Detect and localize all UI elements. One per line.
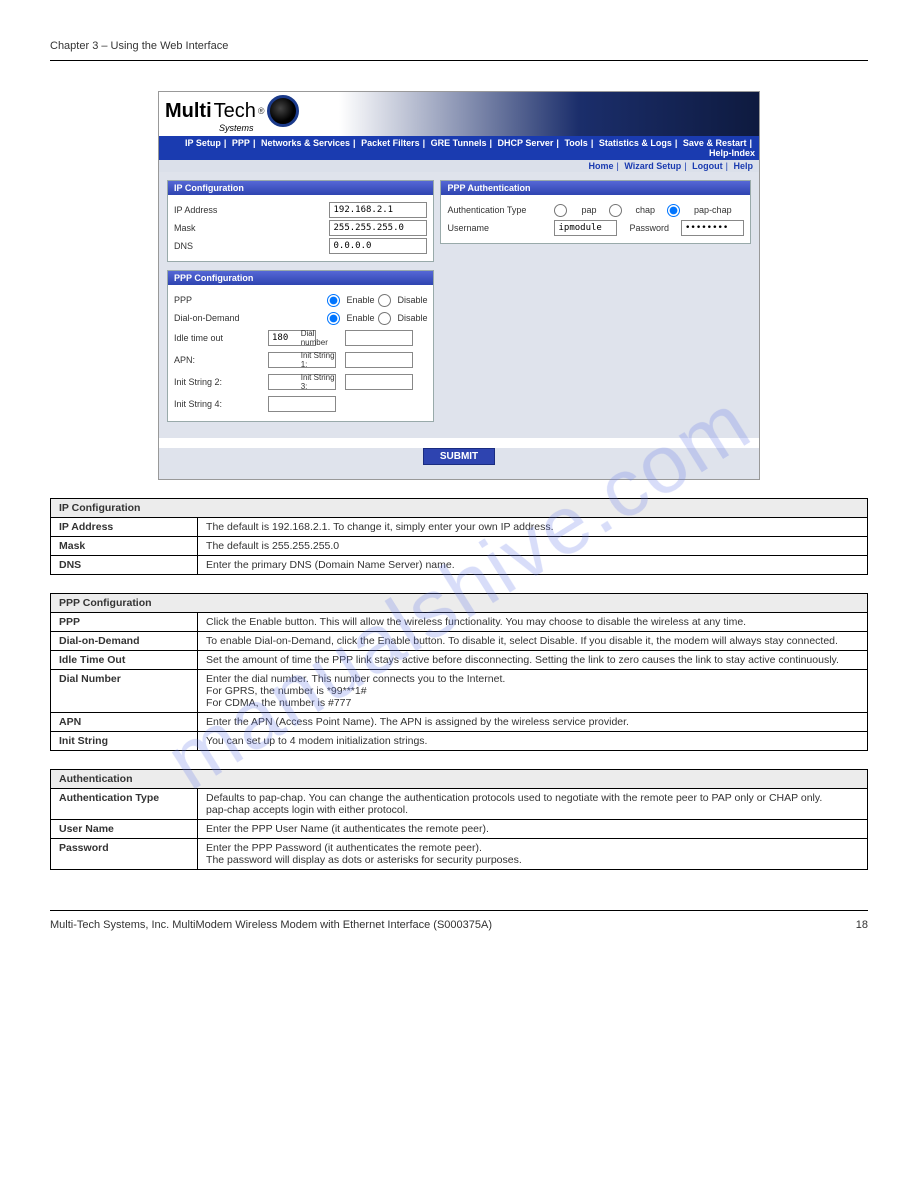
- logo-ball-icon: [267, 95, 299, 127]
- initstr1-label: Init String 1:: [301, 351, 341, 369]
- sub-nav: Home| Wizard Setup| Logout| Help: [159, 160, 759, 172]
- initstr2-label: Init String 2:: [174, 377, 264, 387]
- mask-input[interactable]: [329, 220, 427, 236]
- auth-panel: PPP Authentication Authentication Type p…: [440, 180, 751, 244]
- nav-packet-filters[interactable]: Packet Filters: [361, 138, 420, 148]
- initstr1-input[interactable]: [345, 352, 413, 368]
- apn-label: APN:: [174, 355, 264, 365]
- ip-address-label: IP Address: [174, 205, 264, 215]
- initstr3-label: Init String 3:: [301, 373, 341, 391]
- nav-ip-setup[interactable]: IP Setup: [185, 138, 221, 148]
- auth-pap-radio[interactable]: [554, 204, 567, 217]
- footer-right: 18: [856, 919, 868, 931]
- app-screenshot: MultiTech® Systems IP Setup| PPP| Networ…: [158, 91, 760, 480]
- ip-config-title: IP Configuration: [168, 181, 433, 195]
- nav-tools[interactable]: Tools: [564, 138, 587, 148]
- subnav-logout[interactable]: Logout: [692, 161, 723, 171]
- ppp-disable-radio[interactable]: [378, 294, 391, 307]
- dial-label: Dial number: [301, 329, 341, 347]
- dod-enable-radio[interactable]: [327, 312, 340, 325]
- nav-dhcp[interactable]: DHCP Server: [498, 138, 554, 148]
- username-input[interactable]: [554, 220, 617, 236]
- page-footer: Multi-Tech Systems, Inc. MultiModem Wire…: [50, 910, 868, 931]
- dns-label: DNS: [174, 241, 264, 251]
- initstr4-label: Init String 4:: [174, 399, 264, 409]
- initstr4-input[interactable]: [268, 396, 336, 412]
- password-label: Password: [629, 223, 669, 233]
- page-header: Chapter 3 – Using the Web Interface: [50, 40, 868, 61]
- shot-header: MultiTech® Systems: [159, 92, 759, 136]
- nav-save[interactable]: Save & Restart: [683, 138, 747, 148]
- nav-ppp[interactable]: PPP: [232, 138, 250, 148]
- subnav-home[interactable]: Home: [588, 161, 613, 171]
- subnav-wizard[interactable]: Wizard Setup: [624, 161, 681, 171]
- auth-papchap-radio[interactable]: [667, 204, 680, 217]
- ppp-label: PPP: [174, 295, 264, 305]
- subnav-help[interactable]: Help: [733, 161, 753, 171]
- auth-chap-radio[interactable]: [609, 204, 622, 217]
- ppp-config-title: PPP Configuration: [168, 271, 433, 285]
- username-label: Username: [447, 223, 542, 233]
- dod-label: Dial-on-Demand: [174, 313, 264, 323]
- main-nav[interactable]: IP Setup| PPP| Networks & Services| Pack…: [159, 136, 759, 160]
- dns-input[interactable]: [329, 238, 427, 254]
- auth-title: PPP Authentication: [441, 181, 750, 195]
- mask-label: Mask: [174, 223, 264, 233]
- nav-gre[interactable]: GRE Tunnels: [431, 138, 487, 148]
- header-left: Chapter 3 – Using the Web Interface: [50, 40, 228, 52]
- ip-config-table: IP Configuration IP AddressThe default i…: [50, 498, 868, 575]
- footer-left: Multi-Tech Systems, Inc. MultiModem Wire…: [50, 919, 492, 931]
- nav-networks[interactable]: Networks & Services: [261, 138, 350, 148]
- auth-type-label: Authentication Type: [447, 205, 542, 215]
- ip-config-panel: IP Configuration IP Address Mask: [167, 180, 434, 262]
- nav-stats[interactable]: Statistics & Logs: [599, 138, 672, 148]
- submit-button[interactable]: SUBMIT: [423, 448, 495, 465]
- idle-label: Idle time out: [174, 333, 264, 343]
- auth-table: Authentication Authentication TypeDefaul…: [50, 769, 868, 870]
- dod-disable-radio[interactable]: [378, 312, 391, 325]
- password-input[interactable]: [681, 220, 744, 236]
- ppp-config-table: PPP Configuration PPPClick the Enable bu…: [50, 593, 868, 751]
- dial-input[interactable]: [345, 330, 413, 346]
- nav-help[interactable]: Help-Index: [709, 148, 755, 158]
- initstr3-input[interactable]: [345, 374, 413, 390]
- ppp-enable-radio[interactable]: [327, 294, 340, 307]
- ip-address-input[interactable]: [329, 202, 427, 218]
- ppp-config-panel: PPP Configuration PPP Enable Disable Dia…: [167, 270, 434, 422]
